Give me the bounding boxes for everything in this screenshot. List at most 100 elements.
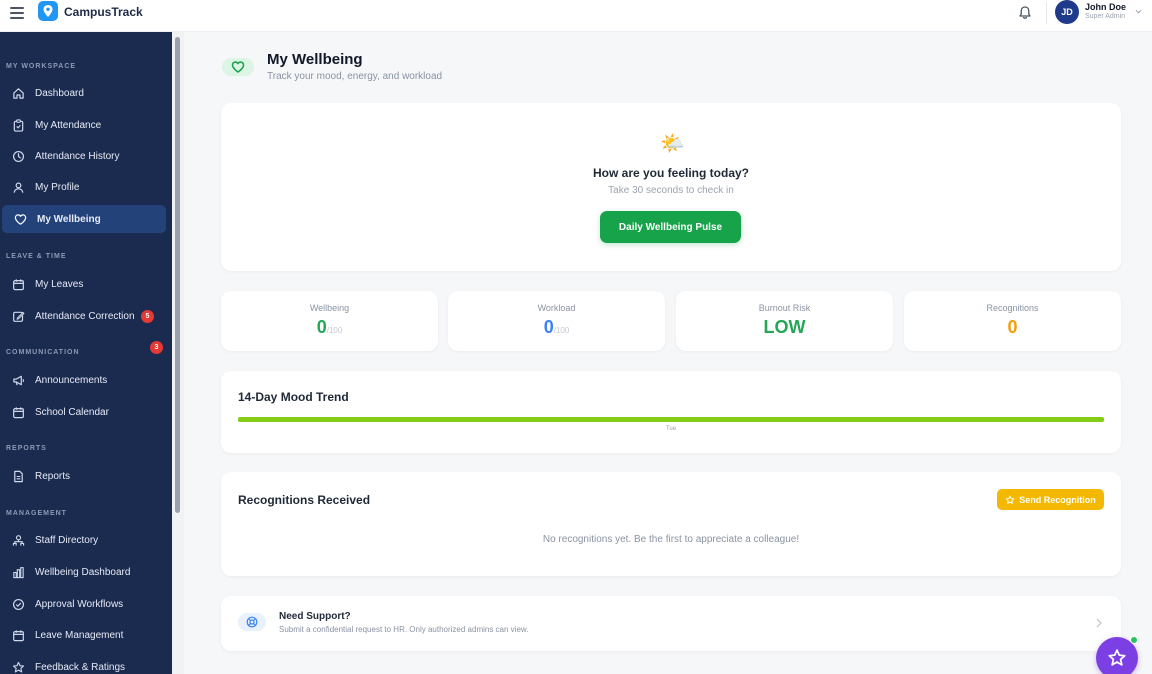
sidebar-item-label: My Profile [35,181,80,193]
heart-icon [222,58,254,76]
support-title: Need Support? [279,611,351,622]
heart-icon [14,213,27,225]
section-title-communication: COMMUNICATION [6,349,80,356]
stat-card-wellbeing: Wellbeing 0/100 [221,291,438,351]
sidebar-item-my-leaves[interactable]: My Leaves [0,270,172,298]
sidebar-item-label: Wellbeing Dashboard [35,566,131,578]
wellbeing-pulse-card: 🌤️ How are you feeling today? Take 30 se… [221,103,1121,271]
hamburger-menu-icon[interactable] [10,7,24,19]
megaphone-icon [13,375,24,385]
online-status-dot [1130,636,1138,644]
sidebar-item-label: Attendance Correction [35,310,135,322]
sidebar-item-label: Announcements [35,374,108,386]
recognitions-empty-text: No recognitions yet. Be the first to app… [542,534,800,545]
stat-label: Workload [537,303,576,313]
calendar-icon [13,406,24,418]
page-subtitle: Track your mood, energy, and workload [267,71,443,82]
stat-label: Wellbeing [309,303,350,313]
user-role: Super Admin [1085,13,1126,20]
star-icon [12,661,25,673]
pulse-subtitle: Take 30 seconds to check in [608,185,734,196]
bar-chart-icon [13,566,24,578]
section-title-management: MANAGEMENT [6,510,67,517]
star-icon [1108,649,1126,666]
sidebar-item-label: Attendance History [35,150,120,162]
page-title: My Wellbeing [267,51,363,68]
daily-wellbeing-pulse-button[interactable]: Daily Wellbeing Pulse [600,211,741,243]
user-name[interactable]: John Doe [1085,2,1126,12]
mood-trend-card: 14-Day Mood Trend Tue [221,371,1121,453]
sidebar-item-reports[interactable]: Reports [0,462,172,490]
notification-badge: 3 [150,341,163,354]
sidebar-item-dashboard[interactable]: Dashboard [0,79,172,107]
support-subtitle: Submit a confidential request to HR. Onl… [279,625,529,634]
sidebar-scrollbar[interactable] [172,32,184,674]
lifebuoy-icon [238,613,266,631]
calendar-icon [13,629,24,641]
score-suffix: /100 [553,326,570,335]
section-title-my-workspace: MY WORKSPACE [6,63,77,70]
location-pin-logo-icon [38,1,58,21]
stat-label: Recognitions [986,303,1039,313]
sidebar-item-label: Feedback & Ratings [35,661,126,673]
clock-icon [12,150,25,162]
sidebar-item-label: School Calendar [35,406,109,418]
sidebar-item-approval-workflows[interactable]: Approval Workflows [0,590,172,618]
user-divider [1046,2,1047,24]
section-title-leave-time: LEAVE & TIME [6,253,67,260]
app-name[interactable]: CampusTrack [64,5,143,19]
section-title-reports: REPORTS [6,445,47,452]
recognitions-card: Recognitions Received Send Recognition N… [221,472,1121,576]
trend-tick-label: Tue [665,426,677,432]
clipboard-icon [13,118,24,132]
sidebar-item-attendance-correction[interactable]: Attendance Correction [0,302,172,330]
scrollbar-thumb[interactable] [175,37,180,513]
chevron-down-icon[interactable] [1135,8,1142,15]
users-icon [12,534,25,546]
sidebar: MY WORKSPACE Dashboard My Attendance Att… [0,32,172,674]
chevron-right-icon [1096,618,1102,628]
recognitions-count: 0 [1007,317,1018,337]
score-suffix: /100 [326,326,343,335]
star-icon [1005,495,1015,504]
sidebar-item-school-calendar[interactable]: School Calendar [0,398,172,426]
stat-card-workload: Workload 0/100 [448,291,665,351]
sidebar-item-feedback-ratings[interactable]: Feedback & Ratings [0,653,172,674]
sidebar-item-my-wellbeing[interactable]: My Wellbeing [2,205,166,233]
calendar-icon [13,278,24,290]
sidebar-item-label: My Attendance [35,119,102,131]
recognitions-title: Recognitions Received [238,493,371,507]
document-icon [14,470,23,482]
sidebar-item-label: Approval Workflows [35,598,124,610]
sidebar-item-label: My Leaves [35,278,84,290]
edit-icon [13,311,25,322]
sidebar-item-my-profile[interactable]: My Profile [0,173,172,201]
send-recognition-button[interactable]: Send Recognition [997,489,1104,510]
stat-value: 0/100 [448,317,665,338]
wellbeing-score: 0 [316,317,327,337]
mood-trend-bar [238,417,1104,422]
sidebar-item-label: Staff Directory [35,534,99,546]
sidebar-item-announcements[interactable]: Announcements [0,366,172,394]
mood-trend-title: 14-Day Mood Trend [238,390,349,404]
notification-bell-icon[interactable] [1017,5,1033,21]
stat-card-recognitions: Recognitions 0 [904,291,1121,351]
stat-value: 0/100 [221,317,438,338]
stat-card-burnout-risk: Burnout Risk LOW [676,291,893,351]
sidebar-item-leave-management[interactable]: Leave Management [0,621,172,649]
sidebar-item-wellbeing-dashboard[interactable]: Wellbeing Dashboard [0,558,172,586]
sidebar-item-my-attendance[interactable]: My Attendance [0,111,172,139]
user-icon [13,182,24,193]
check-circle-icon [12,598,25,610]
home-icon [13,87,24,99]
top-bar: CampusTrack JD John Doe Super Admin [0,0,1152,32]
avatar[interactable]: JD [1055,0,1079,24]
sidebar-item-staff-directory[interactable]: Staff Directory [0,526,172,554]
sidebar-item-attendance-history[interactable]: Attendance History [0,142,172,170]
workload-score: 0 [543,317,554,337]
need-support-card[interactable]: Need Support? Submit a confidential requ… [221,596,1121,651]
burnout-risk-value: LOW [763,317,806,337]
sidebar-item-label: My Wellbeing [37,213,101,225]
sun-behind-cloud-icon: 🌤️ [660,133,685,155]
sidebar-item-label: Dashboard [35,87,84,99]
